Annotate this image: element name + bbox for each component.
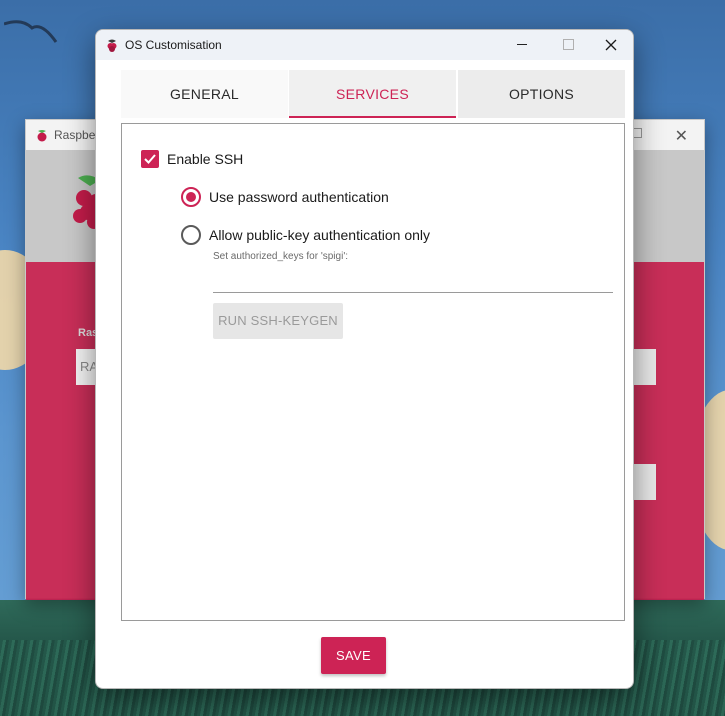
tab-bar: GENERAL SERVICES OPTIONS bbox=[121, 70, 625, 118]
close-icon bbox=[605, 39, 617, 51]
tab-options[interactable]: OPTIONS bbox=[458, 70, 625, 118]
minimize-button[interactable] bbox=[499, 30, 545, 60]
enable-ssh-checkbox[interactable] bbox=[141, 150, 159, 168]
password-auth-radio[interactable] bbox=[181, 187, 201, 207]
os-customisation-dialog: OS Customisation GENERAL SERVICES OPTION… bbox=[95, 29, 634, 689]
tab-services[interactable]: SERVICES bbox=[289, 70, 456, 118]
services-panel: Enable SSH Use password authentication A… bbox=[121, 123, 625, 621]
authorized-keys-input[interactable] bbox=[213, 264, 613, 293]
raspberry-app-icon bbox=[37, 130, 47, 142]
dialog-titlebar: OS Customisation bbox=[96, 30, 633, 60]
password-auth-label: Use password authentication bbox=[209, 189, 389, 205]
public-key-auth-radio[interactable] bbox=[181, 225, 201, 245]
dialog-title: OS Customisation bbox=[125, 38, 222, 52]
save-button[interactable]: SAVE bbox=[321, 637, 386, 674]
authorized-keys-hint: Set authorized_keys for 'spigi': bbox=[213, 251, 348, 262]
checkmark-icon bbox=[144, 154, 156, 164]
bird-decoration bbox=[4, 20, 58, 43]
enable-ssh-label: Enable SSH bbox=[167, 151, 244, 167]
public-key-auth-label: Allow public-key authentication only bbox=[209, 227, 431, 243]
raspberry-app-icon bbox=[107, 39, 117, 52]
close-button[interactable] bbox=[588, 30, 633, 60]
run-ssh-keygen-button[interactable]: RUN SSH-KEYGEN bbox=[213, 303, 343, 339]
imager-close-button[interactable]: ✕ bbox=[675, 126, 688, 146]
maximize-button[interactable] bbox=[545, 30, 591, 60]
tab-general[interactable]: GENERAL bbox=[121, 70, 288, 118]
